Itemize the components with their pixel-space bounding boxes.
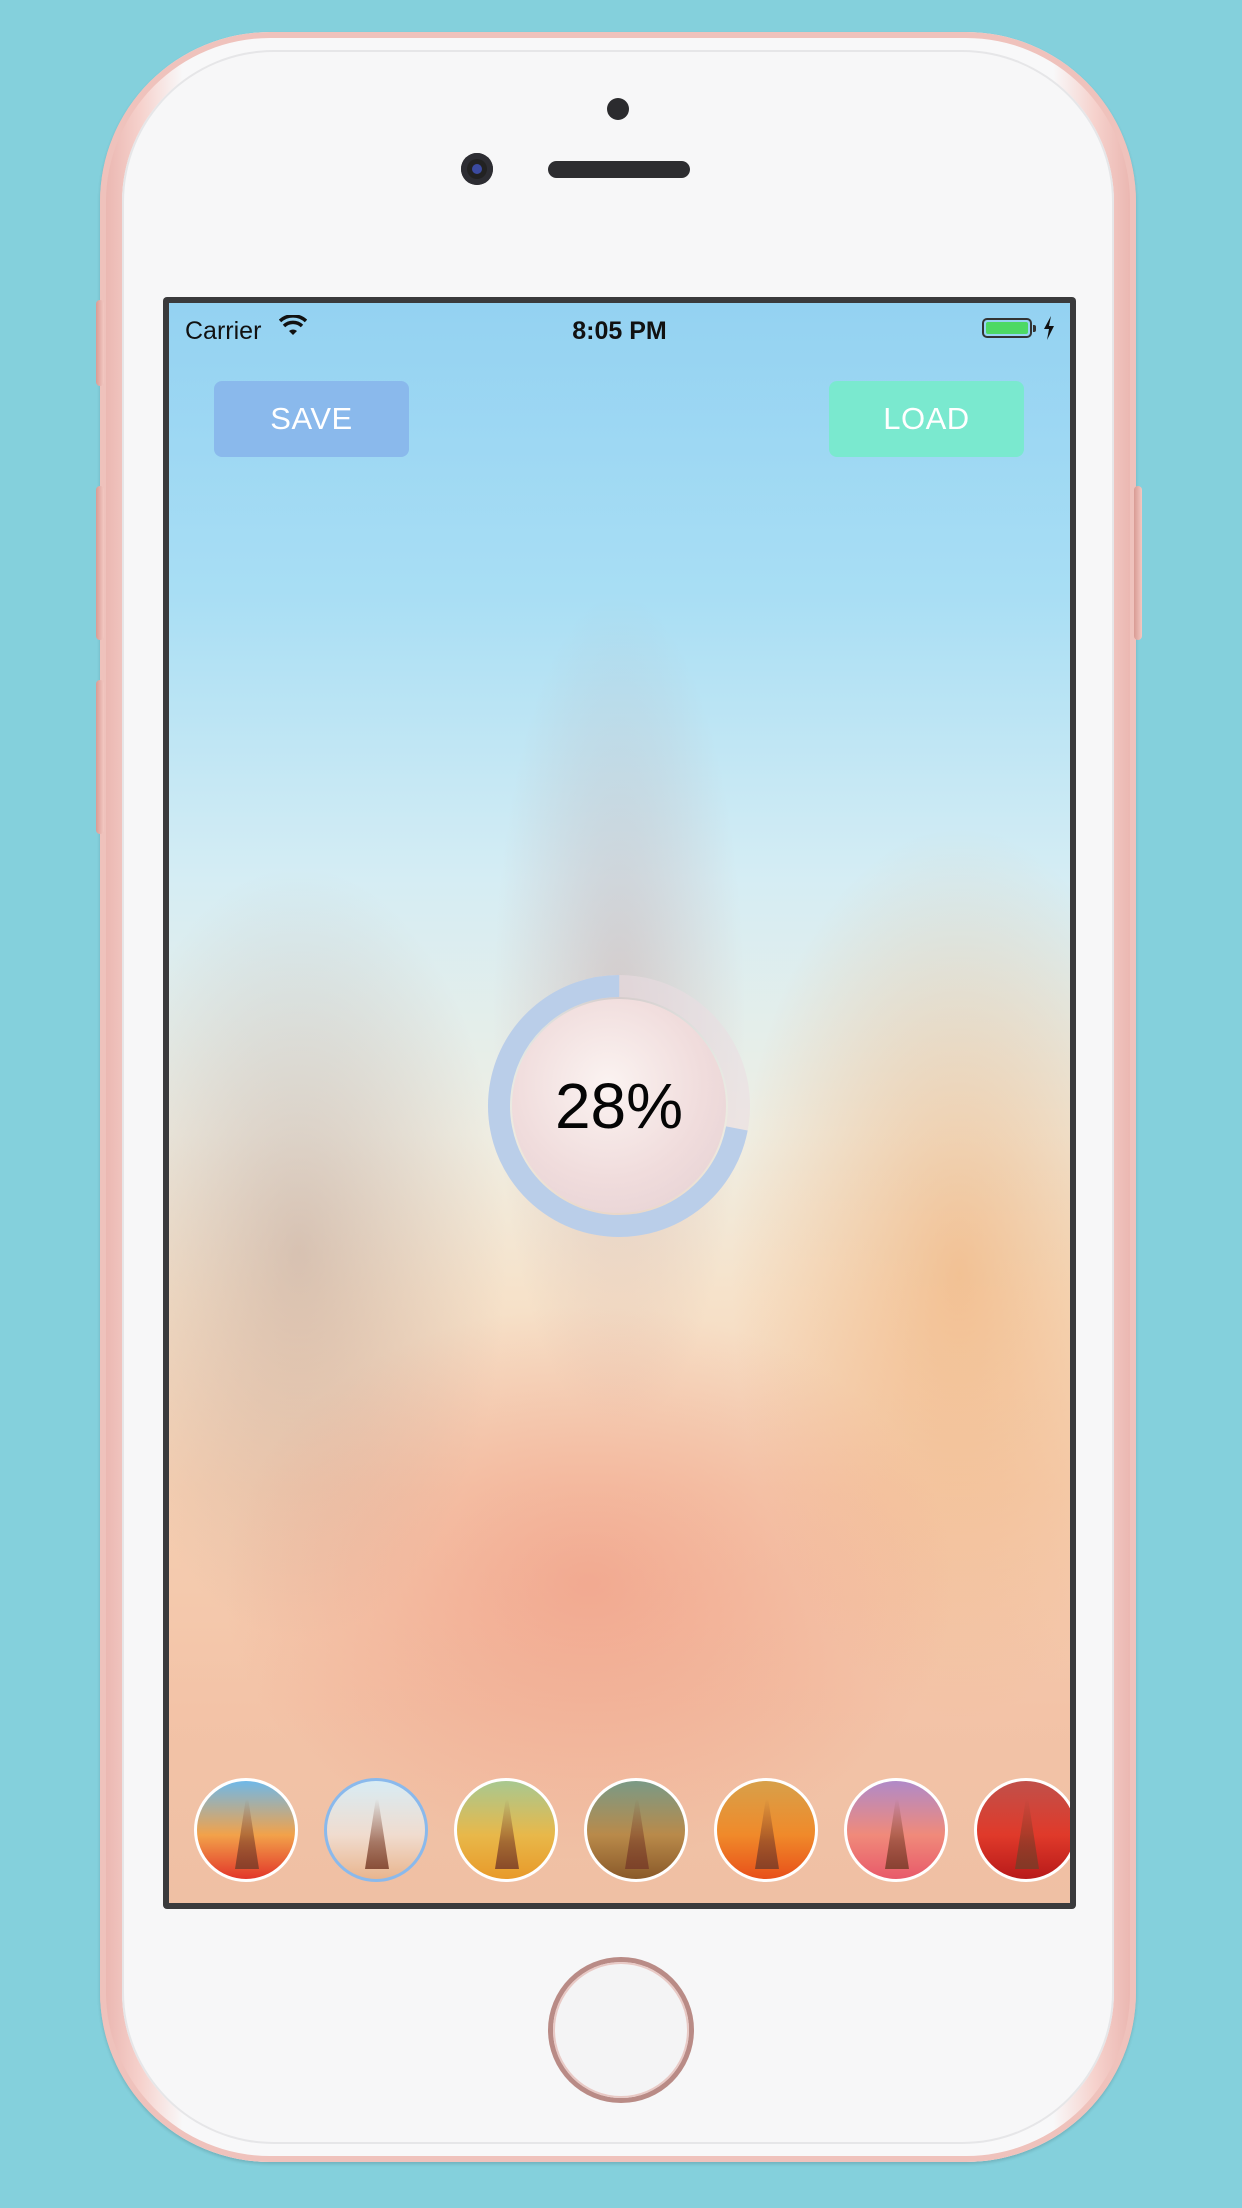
progress-indicator: 28%	[487, 974, 751, 1238]
tower-silhouette	[755, 1799, 779, 1869]
filter-strip	[194, 1778, 1070, 1888]
mute-switch	[96, 300, 104, 386]
save-button[interactable]: SAVE	[214, 381, 409, 457]
filter-thumbnail-7[interactable]	[974, 1778, 1070, 1882]
filter-thumbnail-6[interactable]	[844, 1778, 948, 1882]
tower-silhouette	[1015, 1799, 1039, 1869]
load-button[interactable]: LOAD	[829, 381, 1024, 457]
filter-thumbnail-3[interactable]	[454, 1778, 558, 1882]
charging-bolt-icon	[1044, 316, 1054, 340]
front-camera	[461, 153, 493, 185]
tower-silhouette	[235, 1799, 259, 1869]
tower-silhouette	[625, 1799, 649, 1869]
filter-thumbnail-2[interactable]	[324, 1778, 428, 1882]
status-time: 8:05 PM	[572, 317, 667, 345]
progress-label: 28%	[554, 1070, 684, 1142]
proximity-sensor	[607, 98, 629, 120]
home-button[interactable]	[553, 1962, 689, 2098]
tower-silhouette	[365, 1799, 389, 1869]
volume-up-button	[96, 486, 104, 640]
screen-bezel: Carrier 8:05 PM SAVE LOAD 28%	[163, 297, 1076, 1909]
volume-down-button	[96, 680, 104, 834]
filter-thumbnail-1[interactable]	[194, 1778, 298, 1882]
battery-fill	[986, 322, 1028, 334]
filter-thumbnail-5[interactable]	[714, 1778, 818, 1882]
battery-icon	[982, 318, 1036, 338]
tower-silhouette	[495, 1799, 519, 1869]
app-screen: Carrier 8:05 PM SAVE LOAD 28%	[169, 303, 1070, 1903]
power-button	[1134, 486, 1142, 640]
status-bar: Carrier 8:05 PM	[169, 303, 1070, 357]
filter-thumbnail-4[interactable]	[584, 1778, 688, 1882]
earpiece-speaker	[548, 161, 690, 178]
tower-silhouette	[885, 1799, 909, 1869]
